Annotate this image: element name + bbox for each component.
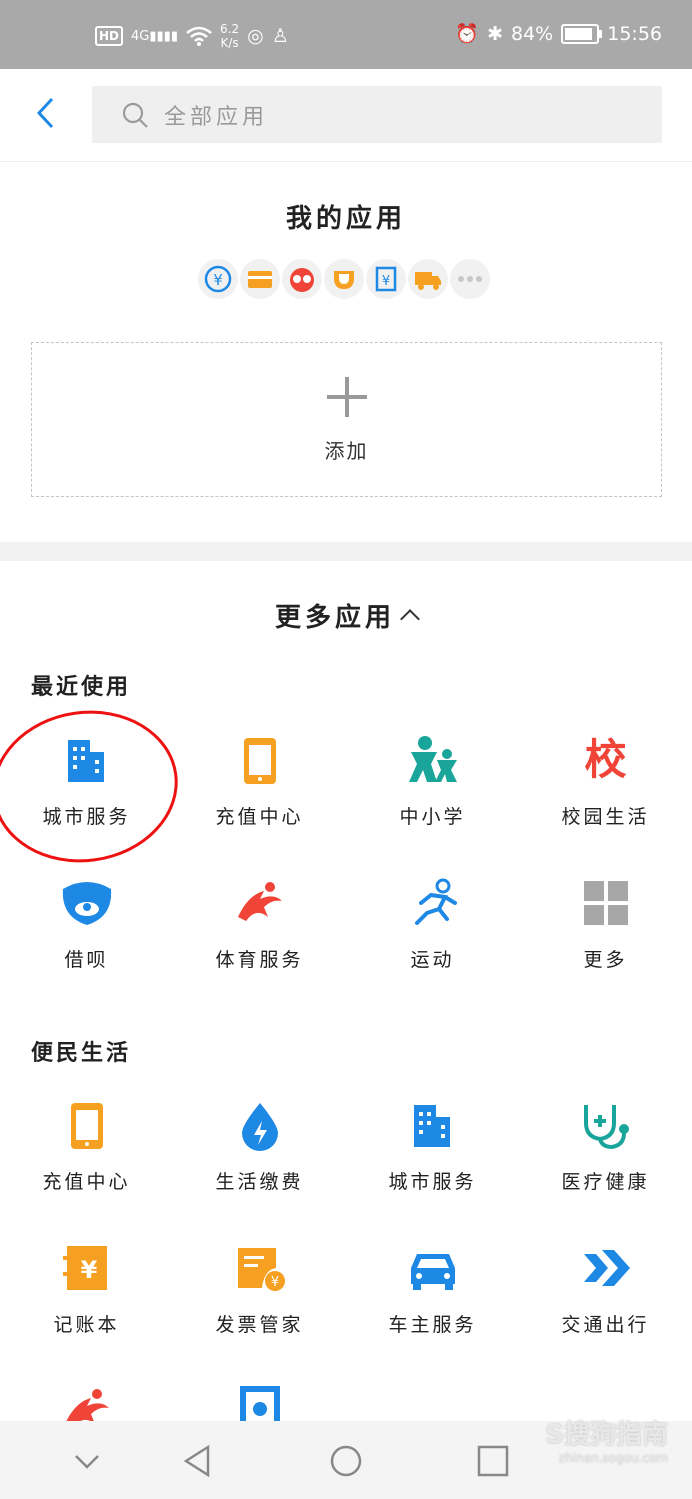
app-recharge-center-2[interactable]: 充值中心 (0, 1099, 173, 1194)
drop-bolt-icon (241, 1103, 278, 1151)
nav-back-icon[interactable] (180, 1443, 216, 1479)
more-apps-title[interactable]: 更多应用 (0, 597, 692, 634)
app-jiebei[interactable]: 借呗 (0, 877, 173, 972)
plus-icon (327, 377, 367, 417)
grid-icon (583, 881, 628, 925)
stethoscope-icon (583, 1105, 629, 1150)
campus-icon: 校 (584, 735, 627, 784)
kids-icon (408, 736, 457, 782)
bluetooth-icon: ✱ (487, 22, 503, 45)
battery-icon (561, 23, 603, 44)
svg-text:¥: ¥ (213, 271, 223, 289)
app-label: 运动 (410, 949, 455, 971)
hd-badge: HD (95, 26, 124, 46)
app-label: 充值中心 (215, 806, 304, 828)
truck-icon[interactable] (408, 259, 448, 299)
nav-recents-icon[interactable] (475, 1443, 511, 1479)
life-title: 便民生活 (31, 1041, 132, 1066)
app-label: 中小学 (399, 806, 466, 828)
top-bar: 全部应用 (0, 69, 692, 162)
app-car-owner-service[interactable]: 车主服务 (346, 1242, 519, 1337)
app-label: 体育服务 (215, 949, 304, 971)
app-exercise[interactable]: 运动 (346, 877, 519, 972)
app-label: 城市服务 (388, 1171, 477, 1193)
app-notify-icon: ◎ (247, 25, 264, 47)
app-safe-partial[interactable] (173, 1384, 346, 1421)
app-label: 校园生活 (561, 806, 650, 828)
app-transport[interactable]: 交通出行 (519, 1242, 692, 1337)
card-icon[interactable] (240, 259, 280, 299)
app-label: 借呗 (64, 949, 109, 971)
app-invoice-manager[interactable]: ¥ 发票管家 (173, 1242, 346, 1337)
app-label: 记账本 (53, 1314, 120, 1336)
app-label: 更多 (583, 949, 628, 971)
app-city-service-2[interactable]: 城市服务 (346, 1099, 519, 1194)
safe-icon (239, 1386, 280, 1421)
svg-text:¥: ¥ (382, 274, 390, 289)
app-primary-school[interactable]: 中小学 (346, 734, 519, 829)
app-more[interactable]: 更多 (519, 877, 692, 972)
yuan-swap-icon[interactable]: ¥ (198, 259, 238, 299)
sports-icon (65, 1389, 109, 1421)
phone-icon (70, 1103, 103, 1149)
chevron-down-icon[interactable] (69, 1443, 105, 1479)
car-icon (410, 1254, 455, 1290)
back-arrow-icon[interactable] (30, 93, 60, 133)
nav-home-icon[interactable] (328, 1443, 364, 1479)
app-sports-partial[interactable] (0, 1384, 173, 1421)
add-label: 添加 (324, 439, 369, 463)
my-apps-title: 我的应用 (285, 204, 406, 234)
more-apps-section: 更多应用 最近使用 城市服务 充值中心 中小学 校 校园生活 借呗 体育服务 运… (0, 561, 692, 1421)
app-medical-health[interactable]: 医疗健康 (519, 1099, 692, 1194)
jiebei-icon (62, 882, 111, 925)
cup-icon[interactable] (324, 259, 364, 299)
wifi-icon (186, 26, 212, 46)
sports-icon (237, 882, 282, 921)
runner-icon (414, 878, 457, 925)
ghost-icon: ♙ (271, 25, 289, 47)
app-label: 交通出行 (561, 1314, 650, 1336)
phone-icon (243, 738, 276, 784)
search-placeholder: 全部应用 (164, 104, 269, 130)
ledger-icon: ¥ (62, 1246, 107, 1290)
app-label: 医疗健康 (561, 1171, 650, 1193)
svg-text:¥: ¥ (80, 1256, 97, 1284)
receipt-yuan-icon[interactable]: ¥ (366, 259, 406, 299)
add-app-button[interactable]: 添加 (31, 342, 662, 497)
status-bar: HD 4G▮▮▮▮ 6.2 K/s ◎ ♙ ⏰ ✱ 84% 15:56 (0, 0, 692, 69)
invoice-icon: ¥ (237, 1248, 285, 1291)
my-apps-icons[interactable]: ¥ ¥ (198, 259, 490, 299)
alarm-icon: ⏰ (455, 23, 480, 45)
app-account-book[interactable]: ¥ 记账本 (0, 1242, 173, 1337)
signal-icon: 4G▮▮▮▮ (131, 28, 178, 44)
search-icon (122, 102, 148, 128)
app-label: 生活缴费 (215, 1171, 304, 1193)
app-label: 发票管家 (215, 1314, 304, 1336)
chevron-up-icon (400, 609, 420, 629)
my-apps-section: 我的应用 ¥ ¥ 添加 (0, 162, 692, 542)
red-circle-annotation (0, 698, 188, 875)
search-input[interactable]: 全部应用 (92, 86, 662, 143)
glasses-face-icon[interactable] (282, 259, 322, 299)
more-dots-icon[interactable] (450, 259, 490, 299)
app-label: 车主服务 (388, 1314, 477, 1336)
app-label: 充值中心 (42, 1171, 131, 1193)
watermark: S搜狗指南 zhinan.sogou.com (545, 1420, 668, 1465)
svg-text:¥: ¥ (270, 1275, 278, 1290)
app-campus-life[interactable]: 校 校园生活 (519, 734, 692, 829)
building-icon (413, 1105, 450, 1147)
recent-title: 最近使用 (31, 675, 132, 700)
app-utility-payment[interactable]: 生活缴费 (173, 1099, 346, 1194)
net-speed: 6.2 K/s (220, 22, 240, 50)
section-divider (0, 542, 692, 561)
battery-percent: 84% (511, 22, 554, 45)
arrows-icon (583, 1250, 630, 1286)
app-sports-service[interactable]: 体育服务 (173, 877, 346, 972)
clock: 15:56 (607, 22, 662, 45)
app-recharge-center[interactable]: 充值中心 (173, 734, 346, 829)
